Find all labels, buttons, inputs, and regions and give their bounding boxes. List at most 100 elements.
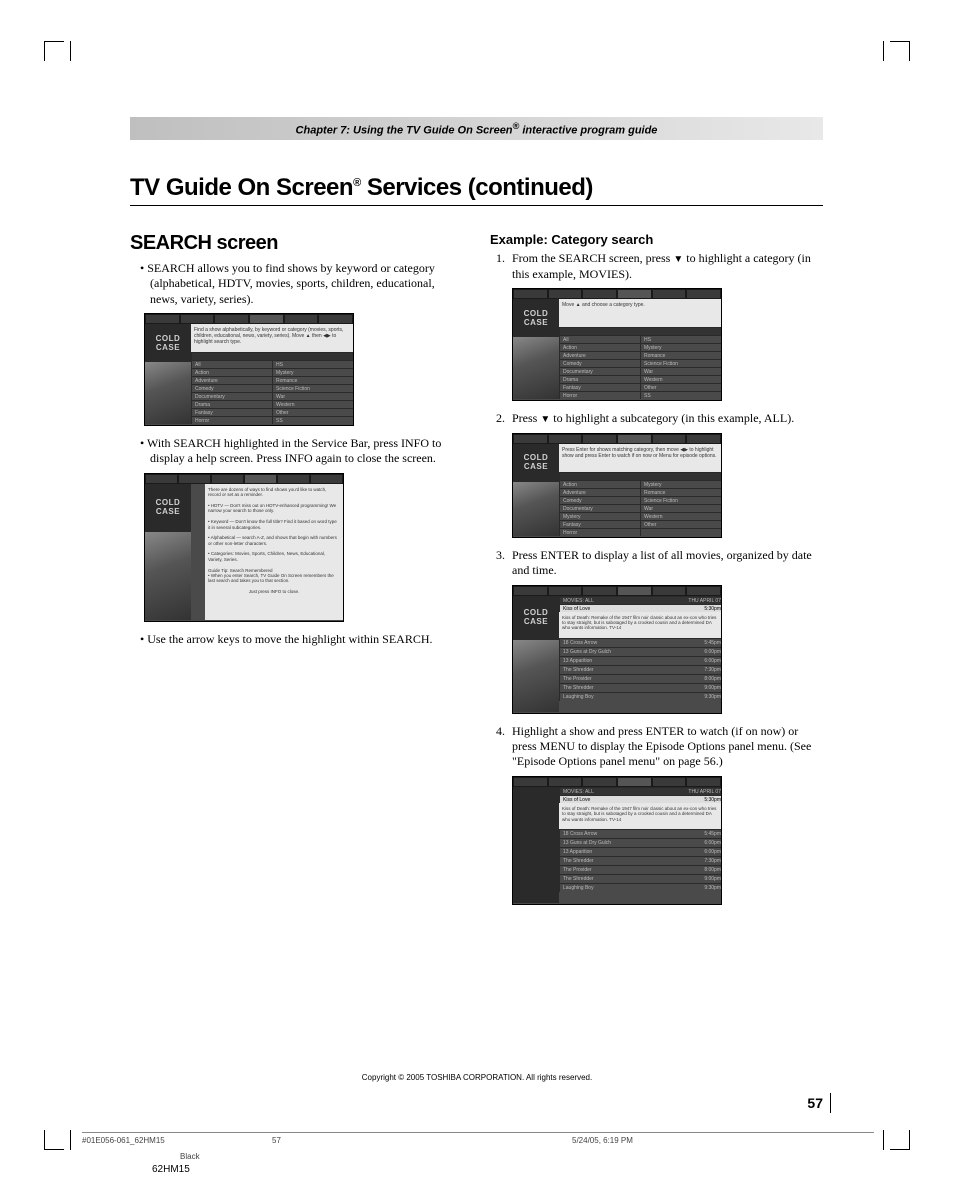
grid-cell: War	[272, 392, 353, 400]
grid-cell: Comedy	[559, 359, 640, 367]
list-row: 13 Apparition6:00pm	[559, 656, 721, 665]
page-number: 57	[807, 1095, 823, 1111]
grid-cell: Fantasy	[559, 383, 640, 391]
down-triangle-icon: ▼	[673, 254, 683, 265]
title-rule	[130, 205, 823, 206]
footer-meta: #01E056-061_62HM15 57 5/24/05, 6:19 PM	[82, 1132, 874, 1145]
page-title: TV Guide On Screen® Services (continued)	[130, 174, 593, 202]
grid-cell: Horror	[559, 528, 640, 536]
list-row: 13 Guns at Dry Gulch6:00pm	[559, 647, 721, 656]
footer-black: Black	[180, 1152, 200, 1161]
screenshot-step1: COLD CASE Move ▲ and choose a category t…	[512, 288, 722, 401]
list-row: The Shredder7:30pm	[559, 856, 721, 865]
grid-cell: Other	[272, 408, 353, 416]
grid-cell: Fantasy	[559, 520, 640, 528]
grid-cell: Mystery	[640, 480, 721, 488]
grid-cell: Other	[640, 520, 721, 528]
face-icon	[145, 532, 191, 620]
list-row: The Provider8:00pm	[559, 865, 721, 874]
title-post: Services (continued)	[361, 174, 593, 201]
example-subhead: Example: Category search	[490, 232, 818, 247]
grid-cell: Horror	[559, 391, 640, 399]
grid-cell: Drama	[559, 375, 640, 383]
grid-cell: Comedy	[191, 384, 272, 392]
grid-cell: Science Fiction	[640, 359, 721, 367]
screenshot-help: COLD CASE There are dozens of ways to fi…	[144, 473, 344, 622]
bullet-3: Use the arrow keys to move the highlight…	[130, 632, 458, 647]
step-4: 4.Highlight a show and press ENTER to wa…	[490, 724, 818, 770]
grid-cell: Western	[640, 375, 721, 383]
grid-cell: Drama	[191, 400, 272, 408]
step-2: 2.Press ▼ to highlight a subcategory (in…	[490, 411, 818, 427]
footer-file: #01E056-061_62HM15	[82, 1136, 272, 1145]
footer-model: 62HM15	[152, 1164, 190, 1175]
title-reg: ®	[353, 177, 361, 189]
grid-cell: Western	[640, 512, 721, 520]
grid-cell: War	[640, 504, 721, 512]
screenshot-step2: COLD CASE Press Enter for shows matching…	[512, 433, 722, 538]
grid-cell: Mystery	[640, 343, 721, 351]
bullet-1: SEARCH allows you to find shows by keywo…	[130, 261, 458, 307]
grid-cell: SS	[272, 416, 353, 424]
grid-cell: Mystery	[559, 512, 640, 520]
grid-cell: Mystery	[272, 368, 353, 376]
grid-cell: Other	[640, 383, 721, 391]
bullet-2: With SEARCH highlighted in the Service B…	[130, 436, 458, 467]
list-row: 13 Guns at Dry Gulch6:00pm	[559, 838, 721, 847]
grid-cell: Western	[272, 400, 353, 408]
copyright: Copyright © 2005 TOSHIBA CORPORATION. Al…	[0, 1073, 954, 1082]
grid-cell: War	[640, 367, 721, 375]
chapter-tail: interactive program guide	[519, 124, 657, 136]
grid-cell: Romance	[272, 376, 353, 384]
shot-grid-header	[191, 352, 353, 360]
footer-date: 5/24/05, 6:19 PM	[572, 1136, 874, 1145]
grid-cell: All	[191, 360, 272, 368]
page-rule	[830, 1093, 831, 1113]
grid-cell: Adventure	[559, 351, 640, 359]
screenshot-step4: MOVIES: ALLTHU APRIL 07 Kiss of Love5:30…	[512, 776, 722, 905]
list-row: 18 Cross Arrow5:45pm	[559, 638, 721, 647]
list-row: Laughing Boy9:30pm	[559, 883, 721, 892]
list-row: The Shredder7:30pm	[559, 665, 721, 674]
grid-cell: Fantasy	[191, 408, 272, 416]
grid-cell: Action	[559, 480, 640, 488]
grid-cell: Romance	[640, 488, 721, 496]
face-icon	[513, 482, 559, 536]
grid-cell: HS	[640, 335, 721, 343]
screenshot-search: COLD CASE Find a show alphabetically, by…	[144, 313, 354, 426]
face-icon	[513, 337, 559, 399]
grid-cell: Science Fiction	[640, 496, 721, 504]
grid-cell: All	[559, 335, 640, 343]
list-row: 18 Cross Arrow5:45pm	[559, 829, 721, 838]
list-row: 13 Apparition6:00pm	[559, 847, 721, 856]
step-1: 1.From the SEARCH screen, press ▼ to hig…	[490, 251, 818, 282]
grid-cell: Horror	[191, 416, 272, 424]
grid-cell: SS	[640, 391, 721, 399]
step-3: 3.Press ENTER to display a list of all m…	[490, 548, 818, 579]
grid-cell: Comedy	[559, 496, 640, 504]
grid-cell	[640, 528, 721, 536]
section-heading: SEARCH screen	[130, 232, 458, 255]
grid-cell: Action	[559, 343, 640, 351]
grid-cell: Documentary	[191, 392, 272, 400]
screenshot-step3: COLD CASE MOVIES: ALLTHU APRIL 07 Kiss o…	[512, 585, 722, 714]
shot-info-text: Find a show alphabetically, by keyword o…	[191, 324, 353, 352]
chapter-header: Chapter 7: Using the TV Guide On Screen®…	[130, 117, 823, 140]
grid-cell: HS	[272, 360, 353, 368]
grid-cell: Adventure	[191, 376, 272, 384]
grid-cell: Documentary	[559, 504, 640, 512]
footer-page: 57	[272, 1136, 572, 1145]
list-row: The Provider8:00pm	[559, 674, 721, 683]
grid-cell: Adventure	[559, 488, 640, 496]
grid-cell: Documentary	[559, 367, 640, 375]
grid-cell: Romance	[640, 351, 721, 359]
cold-label: COLD	[156, 335, 181, 343]
list-row: The Shredder9:00pm	[559, 874, 721, 883]
title-pre: TV Guide On Screen	[130, 174, 353, 201]
down-triangle-icon: ▼	[540, 414, 550, 425]
list-row: The Shredder9:00pm	[559, 683, 721, 692]
face-icon	[513, 640, 559, 712]
face-icon	[145, 362, 191, 424]
case-label: CASE	[156, 344, 180, 352]
list-row: Laughing Boy9:30pm	[559, 692, 721, 701]
